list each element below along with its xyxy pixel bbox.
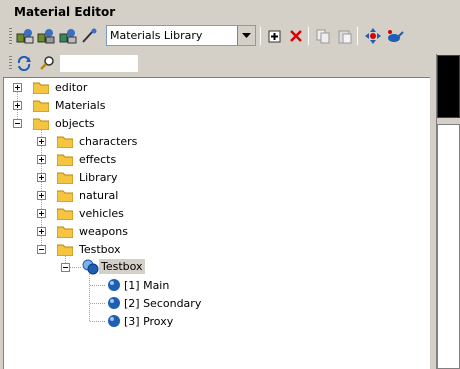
folder-icon [57, 136, 73, 148]
tree-item-label[interactable]: vehicles [79, 207, 124, 220]
get-material-icon[interactable] [36, 26, 56, 46]
tree-item-label[interactable]: Materials [55, 99, 105, 112]
copy-icon[interactable] [313, 26, 333, 46]
tree-item-label[interactable]: natural [79, 189, 118, 202]
collapse-icon[interactable] [37, 245, 46, 254]
refresh-icon[interactable] [14, 53, 34, 73]
material-sphere-icon [108, 297, 120, 309]
expand-icon[interactable] [37, 137, 46, 146]
folder-icon [33, 118, 49, 130]
folder-icon [33, 100, 49, 112]
folder-icon [33, 82, 49, 94]
expand-icon[interactable] [37, 173, 46, 182]
expand-icon[interactable] [37, 227, 46, 236]
library-select[interactable]: Materials Library [106, 25, 256, 46]
material-sphere-icon [108, 315, 120, 327]
watering-can-icon[interactable] [385, 26, 405, 46]
add-icon[interactable] [265, 26, 285, 46]
folder-icon [57, 226, 73, 238]
toolbar-separator [260, 27, 261, 45]
toolbar-grip[interactable] [9, 28, 12, 44]
multi-material-icon [82, 259, 99, 275]
search-input[interactable] [60, 55, 138, 72]
search-icon[interactable] [37, 53, 57, 73]
folder-icon [57, 172, 73, 184]
toolbar-separator [357, 27, 358, 45]
folder-icon [57, 190, 73, 202]
tree-item-label[interactable]: Testbox [79, 243, 121, 256]
folder-icon [57, 244, 73, 256]
tree-item-label[interactable]: Testbox [99, 259, 145, 274]
eyedropper-icon[interactable] [79, 26, 99, 46]
tree-item-label[interactable]: characters [79, 135, 137, 148]
expand-icon[interactable] [37, 209, 46, 218]
tree-item-label[interactable]: Library [79, 171, 117, 184]
move-icon[interactable] [363, 26, 383, 46]
tree-item-label[interactable]: objects [55, 117, 95, 130]
collapse-icon[interactable] [13, 119, 22, 128]
paste-icon[interactable] [335, 26, 355, 46]
expand-icon[interactable] [37, 191, 46, 200]
material-sphere-icon [108, 279, 120, 291]
chevron-down-icon[interactable] [237, 26, 255, 45]
window-title: Material Editor [14, 5, 116, 19]
tree-item-label[interactable]: editor [55, 81, 87, 94]
tree-item-label[interactable]: [3] Proxy [124, 315, 173, 328]
folder-icon [57, 208, 73, 220]
tree-item-label[interactable]: [1] Main [124, 279, 169, 292]
pick-material-icon[interactable] [58, 26, 78, 46]
expand-icon[interactable] [13, 101, 22, 110]
assign-material-icon[interactable] [15, 26, 35, 46]
library-select-value: Materials Library [110, 29, 203, 42]
folder-icon [57, 154, 73, 166]
toolbar-grip[interactable] [9, 56, 12, 70]
tree-item-label[interactable]: effects [79, 153, 116, 166]
toolbar-separator [308, 27, 309, 45]
tree-item-label[interactable]: [2] Secondary [124, 297, 201, 310]
delete-icon[interactable] [286, 26, 306, 46]
properties-panel [437, 124, 460, 369]
tree-item-label[interactable]: weapons [79, 225, 128, 238]
material-preview [437, 55, 460, 118]
expand-icon[interactable] [37, 155, 46, 164]
collapse-icon[interactable] [61, 263, 70, 272]
expand-icon[interactable] [13, 83, 22, 92]
